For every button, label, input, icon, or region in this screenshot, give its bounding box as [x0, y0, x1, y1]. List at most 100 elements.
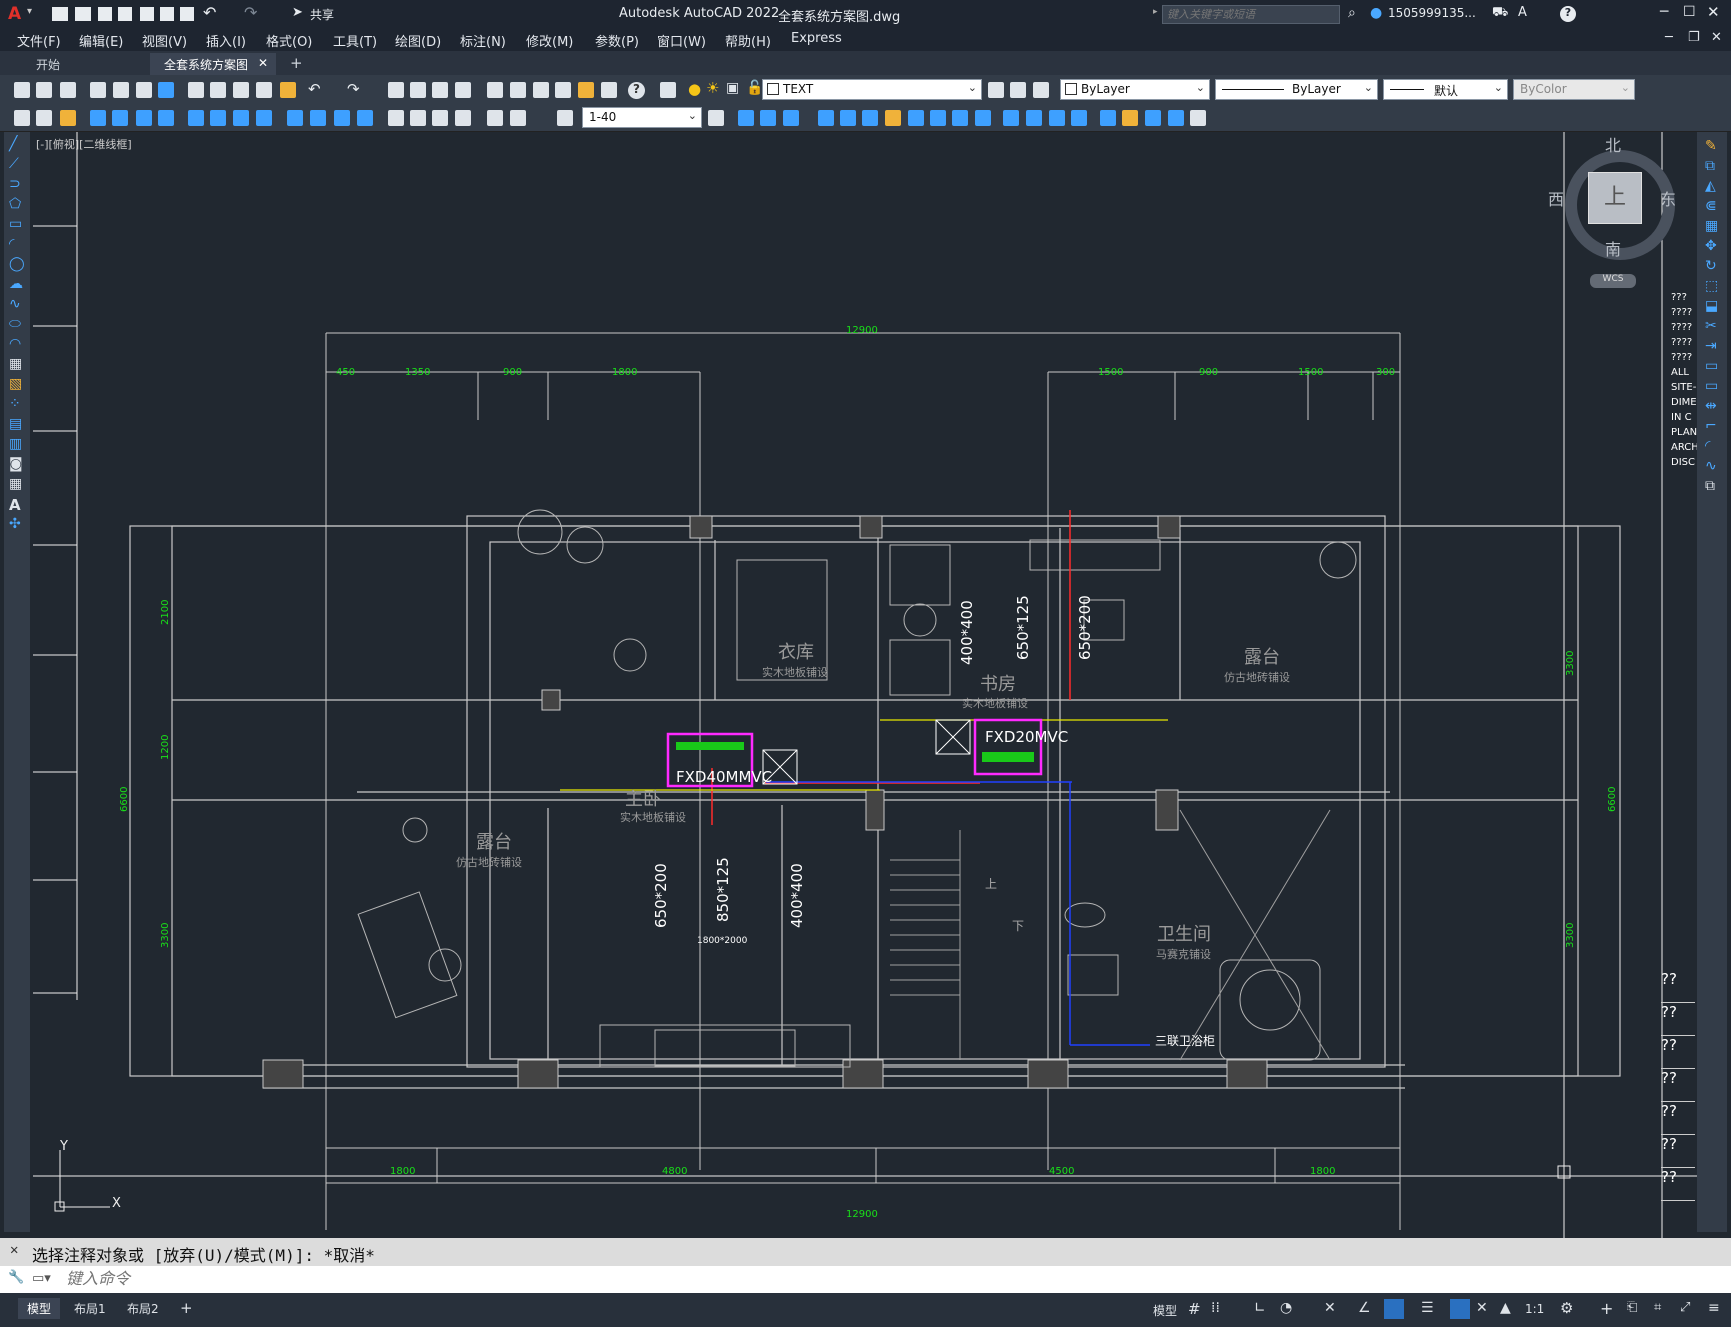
app-menu-chevron-icon[interactable]: ▾ [27, 6, 32, 17]
save-tb-icon[interactable] [60, 82, 76, 98]
arc-icon[interactable]: ◜ [9, 236, 14, 252]
layout-tab-2[interactable]: 布局2 [118, 1298, 168, 1319]
autocad-logo-icon[interactable]: A [8, 4, 21, 24]
user-icon[interactable]: ● [1370, 5, 1382, 21]
polygon-icon[interactable]: ⬠ [9, 196, 21, 212]
break-mod-icon[interactable]: ▭ [1705, 378, 1718, 394]
array-icon[interactable] [840, 110, 856, 126]
tool-palettes-icon[interactable] [533, 82, 549, 98]
layer-state-icon[interactable] [1033, 82, 1049, 98]
hatch-icon[interactable]: ▤ [9, 416, 22, 432]
new-file-icon[interactable] [52, 7, 68, 21]
open-web-icon[interactable] [140, 7, 154, 21]
clean-screen-icon[interactable]: ⤢ [1680, 1300, 1690, 1315]
recent-commands-icon[interactable]: ▭▾ [32, 1271, 51, 1286]
erase-icon[interactable] [738, 110, 754, 126]
print-icon[interactable] [90, 82, 106, 98]
isodraft-icon[interactable]: ✕ [1324, 1300, 1336, 1316]
join-mod-icon[interactable]: ⇹ [1705, 398, 1717, 414]
chamfer-icon[interactable] [1049, 110, 1065, 126]
tool-a-icon[interactable] [14, 110, 30, 126]
explode-mod-icon[interactable]: ⧉ [1705, 478, 1715, 494]
search-expand-icon[interactable]: ▸ [1153, 7, 1158, 17]
layer-previous-icon[interactable] [1010, 82, 1026, 98]
sheet-set-icon[interactable] [555, 82, 571, 98]
annotation-monitor-icon[interactable]: + [1600, 1299, 1613, 1318]
inspect-icon[interactable] [432, 110, 448, 126]
add-selected-icon[interactable]: ✣ [9, 516, 21, 532]
new-tab-icon[interactable]: + [290, 54, 303, 72]
circle-icon[interactable]: ◯ [9, 256, 25, 272]
rotate-icon[interactable] [885, 110, 901, 126]
qnew-icon[interactable] [14, 82, 30, 98]
viewcube-east[interactable]: 东 [1660, 186, 1676, 210]
pan-icon[interactable] [388, 82, 404, 98]
fillet-icon[interactable] [1071, 110, 1087, 126]
ellipse-icon[interactable]: ⬭ [9, 316, 21, 332]
tab-document[interactable]: 全套系统方案图* ✕ [150, 53, 276, 87]
undo-icon[interactable]: ↶ [203, 3, 216, 22]
menu-file[interactable]: 文件(F) [17, 31, 61, 50]
save-as-icon[interactable] [118, 7, 132, 21]
ortho-icon[interactable]: ∟ [1254, 1300, 1266, 1316]
menu-express[interactable]: Express [791, 31, 842, 46]
layer-lock-icon[interactable]: 🔓 [746, 80, 763, 96]
dim-linear-icon[interactable] [90, 110, 106, 126]
annotation-scale-value[interactable]: 1:1 [1525, 1302, 1544, 1316]
annotation-visibility-icon[interactable] [1450, 1299, 1470, 1319]
menu-tools[interactable]: 工具(T) [333, 31, 377, 50]
layer-dropdown[interactable]: TEXT ⌄ [762, 79, 982, 100]
lineweight-icon[interactable]: ☰ [1421, 1300, 1434, 1316]
move-mod-icon[interactable]: ✥ [1705, 238, 1717, 254]
help-icon[interactable]: ? [1560, 6, 1576, 22]
line-icon[interactable]: ╱ [9, 136, 17, 152]
dim-text-edit-icon[interactable] [510, 110, 526, 126]
menu-view[interactable]: 视图(V) [142, 31, 187, 50]
quickcalc-icon[interactable] [601, 82, 617, 98]
autodesk-app-icon[interactable]: A [1518, 5, 1527, 20]
menu-parametric[interactable]: 参数(P) [595, 31, 639, 50]
share-icon[interactable]: ➤ [292, 5, 303, 20]
plotstyle-dropdown[interactable]: ByColor ⌄ [1513, 79, 1635, 100]
extend-mod-icon[interactable]: ⇥ [1705, 338, 1717, 354]
dim-edit-icon[interactable] [487, 110, 503, 126]
dim-jogged-icon[interactable] [210, 110, 226, 126]
customize-command-icon[interactable]: 🔧 [8, 1270, 24, 1285]
dim-diameter-icon[interactable] [233, 110, 249, 126]
quick-dim-icon[interactable] [287, 110, 303, 126]
dim-continue-icon[interactable] [334, 110, 350, 126]
dim-arc-icon[interactable] [136, 110, 152, 126]
trim-mod-icon[interactable]: ✂ [1705, 318, 1717, 334]
offset-mod-icon[interactable]: ⋐ [1705, 198, 1717, 214]
erase-pencil-icon[interactable]: ✎ [1705, 138, 1717, 154]
copy-icon[interactable] [210, 82, 226, 98]
viewcube-south[interactable]: 南 [1605, 236, 1621, 260]
zoom-previous-icon[interactable] [455, 82, 471, 98]
gradient-icon[interactable]: ▥ [9, 436, 22, 452]
rectangle-icon[interactable]: ▭ [9, 216, 22, 232]
share-label[interactable]: 共享 [310, 6, 334, 23]
block-editor-icon[interactable] [280, 82, 296, 98]
viewcube-top-face[interactable]: 上 [1588, 172, 1642, 224]
tab-start[interactable]: 开始 [22, 53, 148, 75]
array-mod-icon[interactable]: ▦ [1705, 218, 1718, 234]
layer-freeze-icon[interactable]: ☀ [706, 79, 719, 97]
dim-baseline-icon[interactable] [310, 110, 326, 126]
menu-edit[interactable]: 编辑(E) [79, 31, 123, 50]
drawing-canvas[interactable]: 12900 450 1350 900 1800 1500 900 1500 30… [30, 132, 1697, 1238]
join-icon[interactable] [1026, 110, 1042, 126]
mirror-icon[interactable] [783, 110, 799, 126]
tb-help-icon[interactable]: ? [628, 82, 645, 99]
dimstyle-manager-icon[interactable] [708, 110, 724, 126]
user-name[interactable]: 1505999135... [1388, 6, 1476, 20]
dim-update-icon[interactable] [557, 110, 573, 126]
color-dropdown[interactable]: ByLayer ⌄ [1060, 79, 1210, 100]
tool-b-icon[interactable] [36, 110, 52, 126]
search-icon[interactable]: ⌕ [1348, 5, 1356, 21]
layout-tab-1[interactable]: 布局1 [65, 1298, 115, 1319]
annotation-scale-icon[interactable]: ▲ [1500, 1300, 1511, 1316]
draworder-icon[interactable] [1168, 110, 1184, 126]
layout-tab-model[interactable]: 模型 [18, 1298, 61, 1319]
dimstyle-dropdown[interactable]: 1-40 ⌄ [582, 107, 702, 128]
center-mark-icon[interactable] [410, 110, 426, 126]
